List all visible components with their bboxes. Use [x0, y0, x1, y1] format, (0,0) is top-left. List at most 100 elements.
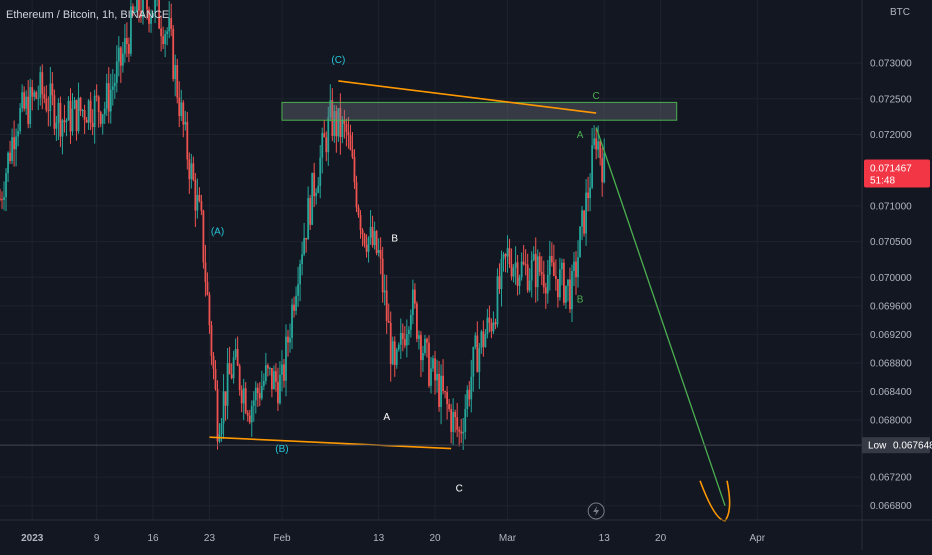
- candle-body: [162, 36, 165, 45]
- candle-body: [504, 254, 507, 257]
- candle-body: [69, 100, 72, 132]
- candle-body: [95, 95, 98, 97]
- price-chart-svg[interactable]: BTC 0.073000 0.072500 0.072000 0.071000 0.070…: [0, 0, 932, 550]
- candle-body: [472, 347, 475, 377]
- candle-body: [45, 98, 48, 111]
- candle-body: [444, 391, 446, 393]
- candle-body: [283, 364, 285, 381]
- candle-body: [544, 287, 547, 294]
- candle-body: [224, 391, 227, 406]
- y-tick-label: 0.073000: [870, 59, 912, 70]
- candle-body: [262, 380, 265, 387]
- candle-body: [494, 322, 497, 325]
- candle-body: [518, 277, 521, 286]
- candle-body: [454, 412, 457, 418]
- candle-body: [579, 226, 581, 258]
- candle-body: [188, 159, 191, 180]
- candle-body: [210, 325, 213, 356]
- candle-body: [486, 317, 489, 335]
- candle-body: [325, 137, 328, 153]
- candle-body: [7, 152, 9, 174]
- candle-body: [371, 227, 374, 246]
- wave-label: A: [383, 412, 390, 423]
- candle-body: [311, 172, 314, 225]
- candle-body: [198, 195, 201, 202]
- candle-body: [558, 269, 561, 298]
- candle-body: [25, 96, 28, 109]
- candle-body: [293, 304, 295, 311]
- candle-body: [369, 227, 372, 238]
- candle-body: [83, 110, 86, 120]
- candle-body: [73, 100, 76, 109]
- candle-body: [430, 368, 432, 386]
- candle-body: [524, 263, 527, 265]
- candle-body: [178, 97, 181, 117]
- chart-background: [0, 0, 932, 550]
- candle-body: [315, 192, 318, 197]
- candle-body: [33, 92, 36, 97]
- candle-body: [347, 131, 350, 136]
- candle-body: [17, 131, 20, 137]
- candle-body: [502, 254, 505, 260]
- candle-body: [222, 391, 225, 424]
- wave-label: (B): [275, 444, 288, 455]
- candle-body: [281, 364, 283, 375]
- candle-body: [389, 322, 392, 365]
- candle-body: [287, 336, 289, 343]
- candle-body: [357, 207, 360, 216]
- candle-body: [208, 294, 211, 326]
- candle-body: [595, 138, 598, 150]
- candle-body: [432, 358, 434, 369]
- candle-body: [514, 262, 517, 268]
- candle-body: [55, 122, 58, 129]
- candle-body: [266, 365, 269, 369]
- candle-body: [530, 260, 533, 281]
- candle-body: [103, 108, 106, 115]
- x-tick-label: 9: [94, 533, 100, 544]
- candle-body: [577, 257, 579, 278]
- candle-body: [305, 237, 308, 240]
- candle-body: [252, 400, 255, 406]
- chart[interactable]: BTC 0.073000 0.072500 0.072000 0.071000 0.070…: [0, 0, 932, 550]
- candle-body: [363, 234, 366, 245]
- wave-label: A: [577, 130, 584, 141]
- candle-body: [226, 363, 229, 406]
- candle-body: [196, 195, 199, 211]
- candle-body: [164, 34, 167, 45]
- candle-body: [458, 429, 461, 432]
- candle-body: [174, 65, 177, 80]
- candle-body: [127, 44, 130, 54]
- candle-body: [242, 388, 245, 404]
- candle-body: [476, 335, 479, 373]
- y-tick-label: 0.071000: [870, 201, 912, 212]
- candle-body: [291, 304, 293, 338]
- x-tick-label: 13: [373, 533, 385, 544]
- candle-body: [180, 102, 183, 117]
- candle-body: [244, 388, 247, 413]
- candle-body: [462, 431, 465, 434]
- candle-body: [556, 279, 559, 298]
- candle-body: [538, 256, 541, 272]
- candle-body: [601, 158, 604, 183]
- candle-body: [436, 373, 438, 381]
- candle-body: [446, 392, 449, 405]
- candle-body: [409, 314, 412, 330]
- candle-body: [256, 387, 259, 394]
- candle-body: [474, 335, 477, 348]
- x-tick-label: 16: [148, 533, 160, 544]
- candle-body: [540, 271, 543, 275]
- candle-body: [355, 182, 358, 208]
- candle-body: [230, 374, 233, 379]
- candle-body: [81, 110, 84, 112]
- candle-body: [554, 275, 557, 280]
- last-price-value: 0.071467: [870, 164, 912, 175]
- candle-body: [184, 121, 187, 125]
- candle-body: [512, 267, 515, 277]
- candle-body: [206, 282, 209, 295]
- candle-body: [29, 87, 32, 124]
- y-tick-label: 0.069200: [870, 330, 912, 341]
- candle-body: [405, 334, 408, 346]
- candle-body: [107, 83, 110, 112]
- candle-body: [277, 381, 279, 404]
- candle-body: [49, 83, 52, 112]
